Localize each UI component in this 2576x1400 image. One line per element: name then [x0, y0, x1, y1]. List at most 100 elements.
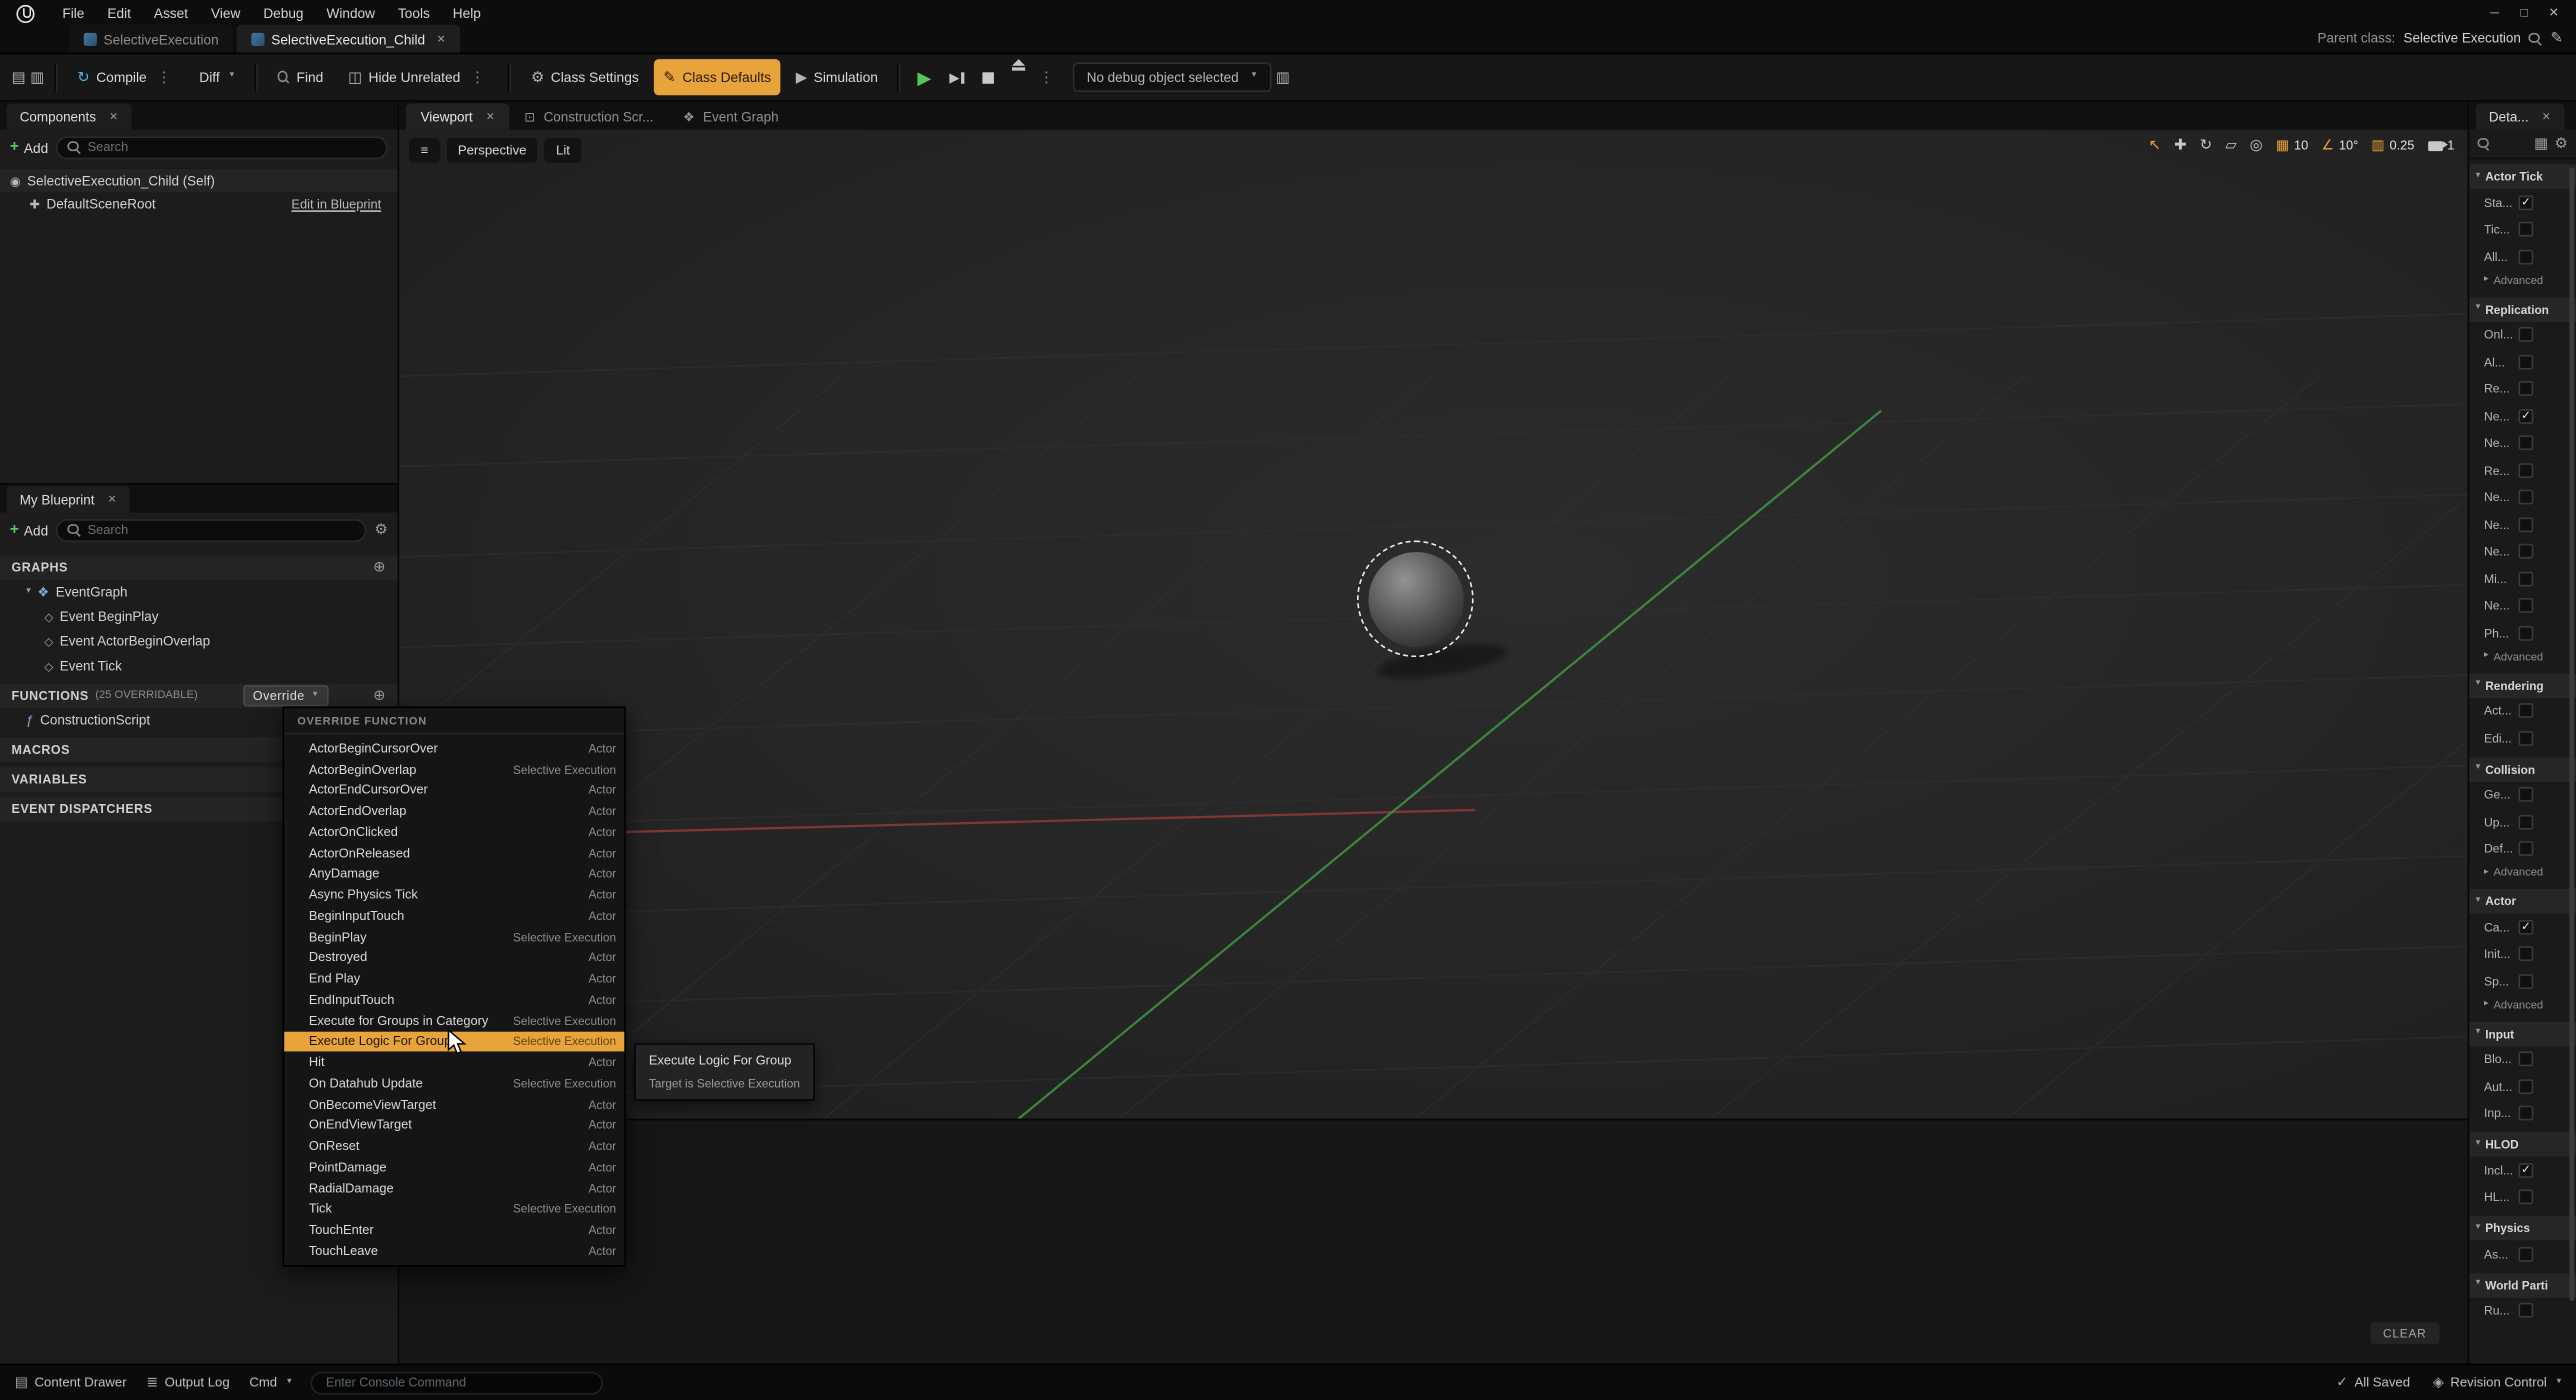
override-menu-item[interactable]: TickSelective Execution: [284, 1198, 624, 1219]
frame-skip-button[interactable]: ▶: [943, 59, 970, 95]
close-tab-icon[interactable]: ✕: [437, 32, 446, 45]
checkbox[interactable]: [2518, 947, 2533, 962]
checkbox[interactable]: [2518, 1079, 2533, 1094]
menu-item-tools[interactable]: Tools: [386, 4, 441, 20]
details-advanced-row[interactable]: ▸Advanced: [2469, 995, 2576, 1016]
checkbox[interactable]: [2518, 571, 2533, 586]
checkbox[interactable]: [2518, 354, 2533, 369]
close-tab-icon[interactable]: ✕: [2542, 110, 2551, 123]
menu-item-edit[interactable]: Edit: [96, 4, 142, 20]
perspective-button[interactable]: Perspective: [446, 138, 538, 163]
gear-icon[interactable]: ⚙: [2555, 135, 2568, 153]
override-menu-item[interactable]: DestroyedActor: [284, 947, 624, 968]
asset-tab[interactable]: SelectiveExecution: [69, 25, 233, 53]
override-menu-item[interactable]: ActorBeginCursorOverActor: [284, 738, 624, 759]
details-advanced-row[interactable]: ▸Advanced: [2469, 862, 2576, 883]
viewport-canvas[interactable]: ≡ Perspective Lit ↖ ✚ ↻ ▱ ◎ ▦ 10 ∠: [399, 130, 2467, 1119]
display-options-icon[interactable]: ▦: [2534, 135, 2548, 153]
checkbox[interactable]: [2518, 704, 2533, 719]
checkbox[interactable]: [2518, 382, 2533, 397]
graphs-section-header[interactable]: GRAPHS ⊕: [0, 555, 398, 580]
world-space-icon[interactable]: ◎: [2250, 138, 2263, 153]
content-drawer-button[interactable]: ▤ Content Drawer: [15, 1375, 127, 1390]
details-advanced-row[interactable]: ▸Advanced: [2469, 646, 2576, 667]
checkbox[interactable]: [2518, 1052, 2533, 1067]
asset-tab[interactable]: SelectiveExecution_Child✕: [237, 25, 461, 53]
override-menu-item[interactable]: EndInputTouchActor: [284, 989, 624, 1010]
menu-item-help[interactable]: Help: [441, 4, 492, 20]
camera-speed-control[interactable]: 1: [2428, 138, 2455, 153]
graph-event-item[interactable]: ◇Event BeginPlay: [0, 605, 398, 630]
close-tab-icon[interactable]: ✕: [108, 493, 117, 506]
checkbox[interactable]: [2518, 327, 2533, 342]
menu-item-window[interactable]: Window: [315, 4, 386, 20]
grid-snap-control[interactable]: ▦ 10: [2276, 138, 2308, 153]
edit-parent-class-icon[interactable]: ✎: [2550, 31, 2562, 46]
override-menu-item[interactable]: OnBecomeViewTargetActor: [284, 1094, 624, 1115]
component-root-item[interactable]: ◉ SelectiveExecution_Child (Self): [0, 169, 398, 192]
search-icon[interactable]: [2529, 32, 2542, 45]
stop-button[interactable]: [975, 59, 1000, 95]
scale-snap-control[interactable]: ▥ 0.25: [2371, 138, 2414, 153]
checkbox[interactable]: [2518, 249, 2533, 264]
my-blueprint-search-input[interactable]: [88, 522, 355, 537]
close-tab-icon[interactable]: ✕: [109, 110, 118, 123]
override-menu-item[interactable]: OnEndViewTargetActor: [284, 1115, 624, 1136]
maximize-button[interactable]: □: [2512, 5, 2537, 20]
hide-unrelated-options-icon[interactable]: ⋮: [467, 68, 488, 86]
simulation-button[interactable]: ▶ Simulation: [786, 59, 888, 95]
eject-button[interactable]: [1005, 59, 1031, 95]
console-command-input[interactable]: [311, 1371, 603, 1394]
clear-button[interactable]: CLEAR: [2370, 1322, 2440, 1343]
override-menu-item[interactable]: TouchLeaveActor: [284, 1240, 624, 1261]
browse-debug-icon[interactable]: ▥: [1276, 70, 1290, 85]
add-component-button[interactable]: + Add: [10, 138, 48, 156]
component-item[interactable]: ✚ DefaultSceneRoot Edit in Blueprint: [0, 192, 398, 215]
find-button[interactable]: Find: [267, 59, 333, 95]
checkbox[interactable]: [2518, 1106, 2533, 1121]
viewport-options-button[interactable]: ≡: [409, 138, 440, 163]
checkbox[interactable]: [2518, 436, 2533, 451]
checkbox[interactable]: [2518, 1190, 2533, 1205]
tab-my-blueprint[interactable]: My Blueprint ✕: [7, 486, 130, 512]
override-menu-item[interactable]: OnResetActor: [284, 1136, 624, 1157]
details-section-header[interactable]: ▾Collision: [2469, 757, 2576, 782]
menu-item-asset[interactable]: Asset: [142, 4, 199, 20]
play-options-icon[interactable]: ⋮: [1036, 68, 1057, 86]
class-settings-button[interactable]: ⚙ Class Settings: [521, 59, 649, 95]
override-menu-item[interactable]: BeginInputTouchActor: [284, 905, 624, 926]
play-button[interactable]: ▶: [911, 59, 938, 95]
add-graph-icon[interactable]: ⊕: [373, 559, 386, 577]
override-menu-item[interactable]: PointDamageActor: [284, 1157, 624, 1178]
functions-section-header[interactable]: FUNCTIONS (25 OVERRIDABLE) Override ▾ ⊕: [0, 683, 398, 708]
override-menu-item[interactable]: On Datahub UpdateSelective Execution: [284, 1073, 624, 1094]
override-menu-item[interactable]: BeginPlaySelective Execution: [284, 926, 624, 947]
checkbox[interactable]: [2518, 544, 2533, 559]
override-menu-item[interactable]: End PlayActor: [284, 968, 624, 989]
checkbox[interactable]: [2518, 814, 2533, 829]
checkbox[interactable]: ✓: [2518, 920, 2533, 935]
checkbox[interactable]: [2518, 1247, 2533, 1262]
override-menu-item[interactable]: ActorOnClickedActor: [284, 821, 624, 842]
class-defaults-button[interactable]: ✎ Class Defaults: [654, 59, 781, 95]
override-menu-item[interactable]: RadialDamageActor: [284, 1178, 624, 1199]
rotation-snap-control[interactable]: ∠ 10°: [2321, 138, 2358, 153]
menu-item-debug[interactable]: Debug: [252, 4, 315, 20]
tab-details[interactable]: Deta... ✕: [2476, 103, 2564, 129]
eventgraph-item[interactable]: ▾ ❖ EventGraph: [0, 580, 398, 605]
override-menu-item[interactable]: ActorBeginOverlapSelective Execution: [284, 759, 624, 780]
override-menu-item[interactable]: AnyDamageActor: [284, 863, 624, 884]
rotate-tool-icon[interactable]: ↻: [2200, 138, 2212, 153]
move-tool-icon[interactable]: ✚: [2174, 138, 2186, 153]
minimize-button[interactable]: ─: [2482, 5, 2507, 20]
override-menu-item[interactable]: ActorEndOverlapActor: [284, 800, 624, 821]
checkbox[interactable]: [2518, 490, 2533, 505]
checkbox[interactable]: [2518, 842, 2533, 857]
checkbox[interactable]: ✓: [2518, 409, 2533, 424]
tab-viewport[interactable]: Viewport✕: [406, 103, 510, 129]
checkbox[interactable]: [2518, 974, 2533, 989]
details-scrollbar[interactable]: [2569, 168, 2574, 1302]
cmd-dropdown[interactable]: Cmd ▾: [249, 1375, 291, 1390]
checkbox[interactable]: [2518, 787, 2533, 802]
lit-button[interactable]: Lit: [545, 138, 582, 163]
